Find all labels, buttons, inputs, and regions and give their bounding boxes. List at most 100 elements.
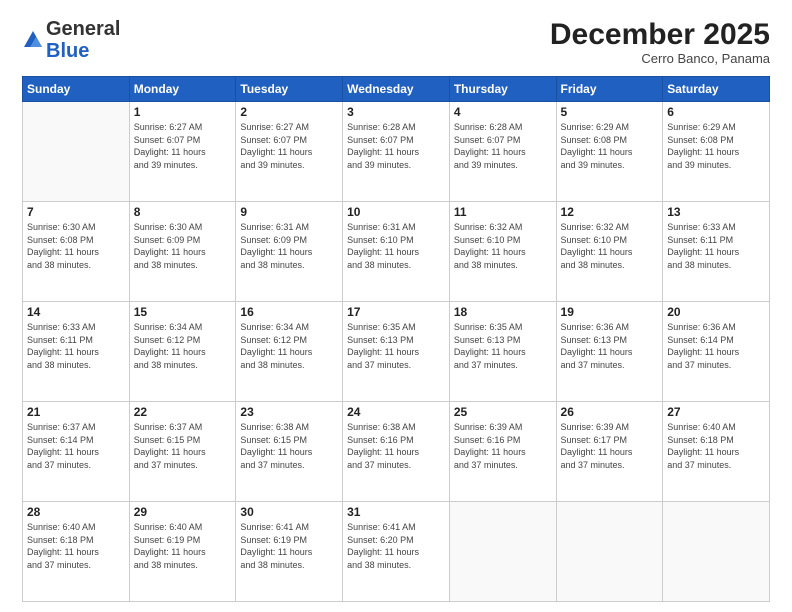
calendar-cell: 26 Sunrise: 6:39 AM Sunset: 6:17 PM Dayli…: [556, 402, 663, 502]
calendar-week-row-4: 21 Sunrise: 6:37 AM Sunset: 6:14 PM Dayli…: [23, 402, 770, 502]
day-number: 9: [240, 205, 338, 219]
calendar-cell: 28Sunrise: 6:40 AM Sunset: 6:18 PM Dayli…: [23, 502, 130, 602]
calendar-cell: 7 Sunrise: 6:30 AM Sunset: 6:08 PM Daylig…: [23, 202, 130, 302]
calendar-week-row-1: 1 Sunrise: 6:27 AM Sunset: 6:07 PM Daylig…: [23, 102, 770, 202]
day-info: Sunrise: 6:35 AM Sunset: 6:13 PM Dayligh…: [347, 321, 445, 371]
day-number: 16: [240, 305, 338, 319]
title-block: December 2025 Cerro Banco, Panama: [550, 18, 770, 66]
day-number: 23: [240, 405, 338, 419]
day-info: Sunrise: 6:27 AM Sunset: 6:07 PM Dayligh…: [134, 121, 232, 171]
day-number: 20: [667, 305, 765, 319]
calendar-cell: 15 Sunrise: 6:34 AM Sunset: 6:12 PM Dayli…: [129, 302, 236, 402]
header-thursday: Thursday: [449, 77, 556, 102]
day-info: Sunrise: 6:29 AM Sunset: 6:08 PM Dayligh…: [667, 121, 765, 171]
calendar-cell: 20 Sunrise: 6:36 AM Sunset: 6:14 PM Dayli…: [663, 302, 770, 402]
day-number: 26: [561, 405, 659, 419]
day-info: Sunrise: 6:41 AM Sunset: 6:20 PM Dayligh…: [347, 521, 445, 571]
day-info: Sunrise: 6:37 AM Sunset: 6:15 PM Dayligh…: [134, 421, 232, 471]
logo: General Blue: [22, 18, 120, 62]
calendar-cell: 19Sunrise: 6:36 AM Sunset: 6:13 PM Dayli…: [556, 302, 663, 402]
day-info: Sunrise: 6:38 AM Sunset: 6:15 PM Dayligh…: [240, 421, 338, 471]
day-info: Sunrise: 6:28 AM Sunset: 6:07 PM Dayligh…: [454, 121, 552, 171]
day-info: Sunrise: 6:40 AM Sunset: 6:18 PM Dayligh…: [667, 421, 765, 471]
calendar-cell: 27Sunrise: 6:40 AM Sunset: 6:18 PM Dayli…: [663, 402, 770, 502]
day-number: 12: [561, 205, 659, 219]
day-info: Sunrise: 6:34 AM Sunset: 6:12 PM Dayligh…: [240, 321, 338, 371]
calendar-cell: 2 Sunrise: 6:27 AM Sunset: 6:07 PM Daylig…: [236, 102, 343, 202]
day-info: Sunrise: 6:31 AM Sunset: 6:10 PM Dayligh…: [347, 221, 445, 271]
calendar-cell: 4 Sunrise: 6:28 AM Sunset: 6:07 PM Daylig…: [449, 102, 556, 202]
calendar-cell: 29Sunrise: 6:40 AM Sunset: 6:19 PM Dayli…: [129, 502, 236, 602]
day-info: Sunrise: 6:39 AM Sunset: 6:17 PM Dayligh…: [561, 421, 659, 471]
calendar-cell: 17 Sunrise: 6:35 AM Sunset: 6:13 PM Dayli…: [343, 302, 450, 402]
day-info: Sunrise: 6:32 AM Sunset: 6:10 PM Dayligh…: [454, 221, 552, 271]
day-number: 22: [134, 405, 232, 419]
calendar-cell: 10 Sunrise: 6:31 AM Sunset: 6:10 PM Dayli…: [343, 202, 450, 302]
logo-icon: [22, 29, 44, 51]
day-info: Sunrise: 6:30 AM Sunset: 6:08 PM Dayligh…: [27, 221, 125, 271]
day-info: Sunrise: 6:34 AM Sunset: 6:12 PM Dayligh…: [134, 321, 232, 371]
calendar-week-row-2: 7 Sunrise: 6:30 AM Sunset: 6:08 PM Daylig…: [23, 202, 770, 302]
header-monday: Monday: [129, 77, 236, 102]
day-info: Sunrise: 6:41 AM Sunset: 6:19 PM Dayligh…: [240, 521, 338, 571]
day-number: 4: [454, 105, 552, 119]
header-wednesday: Wednesday: [343, 77, 450, 102]
day-number: 15: [134, 305, 232, 319]
calendar-cell: 25 Sunrise: 6:39 AM Sunset: 6:16 PM Dayli…: [449, 402, 556, 502]
day-number: 11: [454, 205, 552, 219]
day-number: 17: [347, 305, 445, 319]
header-saturday: Saturday: [663, 77, 770, 102]
day-number: 7: [27, 205, 125, 219]
day-number: 13: [667, 205, 765, 219]
day-info: Sunrise: 6:38 AM Sunset: 6:16 PM Dayligh…: [347, 421, 445, 471]
header-friday: Friday: [556, 77, 663, 102]
day-number: 2: [240, 105, 338, 119]
day-info: Sunrise: 6:35 AM Sunset: 6:13 PM Dayligh…: [454, 321, 552, 371]
day-number: 8: [134, 205, 232, 219]
calendar-cell: 30 Sunrise: 6:41 AM Sunset: 6:19 PM Dayli…: [236, 502, 343, 602]
day-info: Sunrise: 6:39 AM Sunset: 6:16 PM Dayligh…: [454, 421, 552, 471]
calendar-cell: [449, 502, 556, 602]
calendar-cell: 22 Sunrise: 6:37 AM Sunset: 6:15 PM Dayli…: [129, 402, 236, 502]
day-info: Sunrise: 6:28 AM Sunset: 6:07 PM Dayligh…: [347, 121, 445, 171]
day-info: Sunrise: 6:37 AM Sunset: 6:14 PM Dayligh…: [27, 421, 125, 471]
logo-blue: Blue: [46, 40, 89, 62]
header-tuesday: Tuesday: [236, 77, 343, 102]
calendar-table: Sunday Monday Tuesday Wednesday Thursday…: [22, 76, 770, 602]
header-sunday: Sunday: [23, 77, 130, 102]
calendar-week-row-5: 28Sunrise: 6:40 AM Sunset: 6:18 PM Dayli…: [23, 502, 770, 602]
day-number: 30: [240, 505, 338, 519]
day-number: 21: [27, 405, 125, 419]
title-location: Cerro Banco, Panama: [550, 51, 770, 66]
day-number: 3: [347, 105, 445, 119]
calendar-cell: 11 Sunrise: 6:32 AM Sunset: 6:10 PM Dayli…: [449, 202, 556, 302]
day-info: Sunrise: 6:32 AM Sunset: 6:10 PM Dayligh…: [561, 221, 659, 271]
calendar-cell: 5Sunrise: 6:29 AM Sunset: 6:08 PM Daylig…: [556, 102, 663, 202]
calendar-cell: 13 Sunrise: 6:33 AM Sunset: 6:11 PM Dayli…: [663, 202, 770, 302]
calendar-cell: 21 Sunrise: 6:37 AM Sunset: 6:14 PM Dayli…: [23, 402, 130, 502]
calendar-cell: 24Sunrise: 6:38 AM Sunset: 6:16 PM Dayli…: [343, 402, 450, 502]
calendar-cell: 31Sunrise: 6:41 AM Sunset: 6:20 PM Dayli…: [343, 502, 450, 602]
calendar-cell: 23 Sunrise: 6:38 AM Sunset: 6:15 PM Dayli…: [236, 402, 343, 502]
calendar-cell: 6Sunrise: 6:29 AM Sunset: 6:08 PM Daylig…: [663, 102, 770, 202]
calendar-cell: 18 Sunrise: 6:35 AM Sunset: 6:13 PM Dayli…: [449, 302, 556, 402]
day-info: Sunrise: 6:30 AM Sunset: 6:09 PM Dayligh…: [134, 221, 232, 271]
title-month: December 2025: [550, 18, 770, 51]
calendar-cell: 3 Sunrise: 6:28 AM Sunset: 6:07 PM Daylig…: [343, 102, 450, 202]
day-info: Sunrise: 6:27 AM Sunset: 6:07 PM Dayligh…: [240, 121, 338, 171]
day-info: Sunrise: 6:40 AM Sunset: 6:19 PM Dayligh…: [134, 521, 232, 571]
logo-text: General Blue: [46, 18, 120, 62]
logo-general: General: [46, 18, 120, 40]
day-info: Sunrise: 6:29 AM Sunset: 6:08 PM Dayligh…: [561, 121, 659, 171]
day-number: 25: [454, 405, 552, 419]
day-info: Sunrise: 6:33 AM Sunset: 6:11 PM Dayligh…: [667, 221, 765, 271]
day-number: 1: [134, 105, 232, 119]
day-info: Sunrise: 6:40 AM Sunset: 6:18 PM Dayligh…: [27, 521, 125, 571]
calendar-cell: 16 Sunrise: 6:34 AM Sunset: 6:12 PM Dayli…: [236, 302, 343, 402]
day-info: Sunrise: 6:36 AM Sunset: 6:14 PM Dayligh…: [667, 321, 765, 371]
calendar-cell: 12 Sunrise: 6:32 AM Sunset: 6:10 PM Dayli…: [556, 202, 663, 302]
day-number: 10: [347, 205, 445, 219]
calendar-cell: 14Sunrise: 6:33 AM Sunset: 6:11 PM Dayli…: [23, 302, 130, 402]
day-number: 18: [454, 305, 552, 319]
calendar-cell: [556, 502, 663, 602]
